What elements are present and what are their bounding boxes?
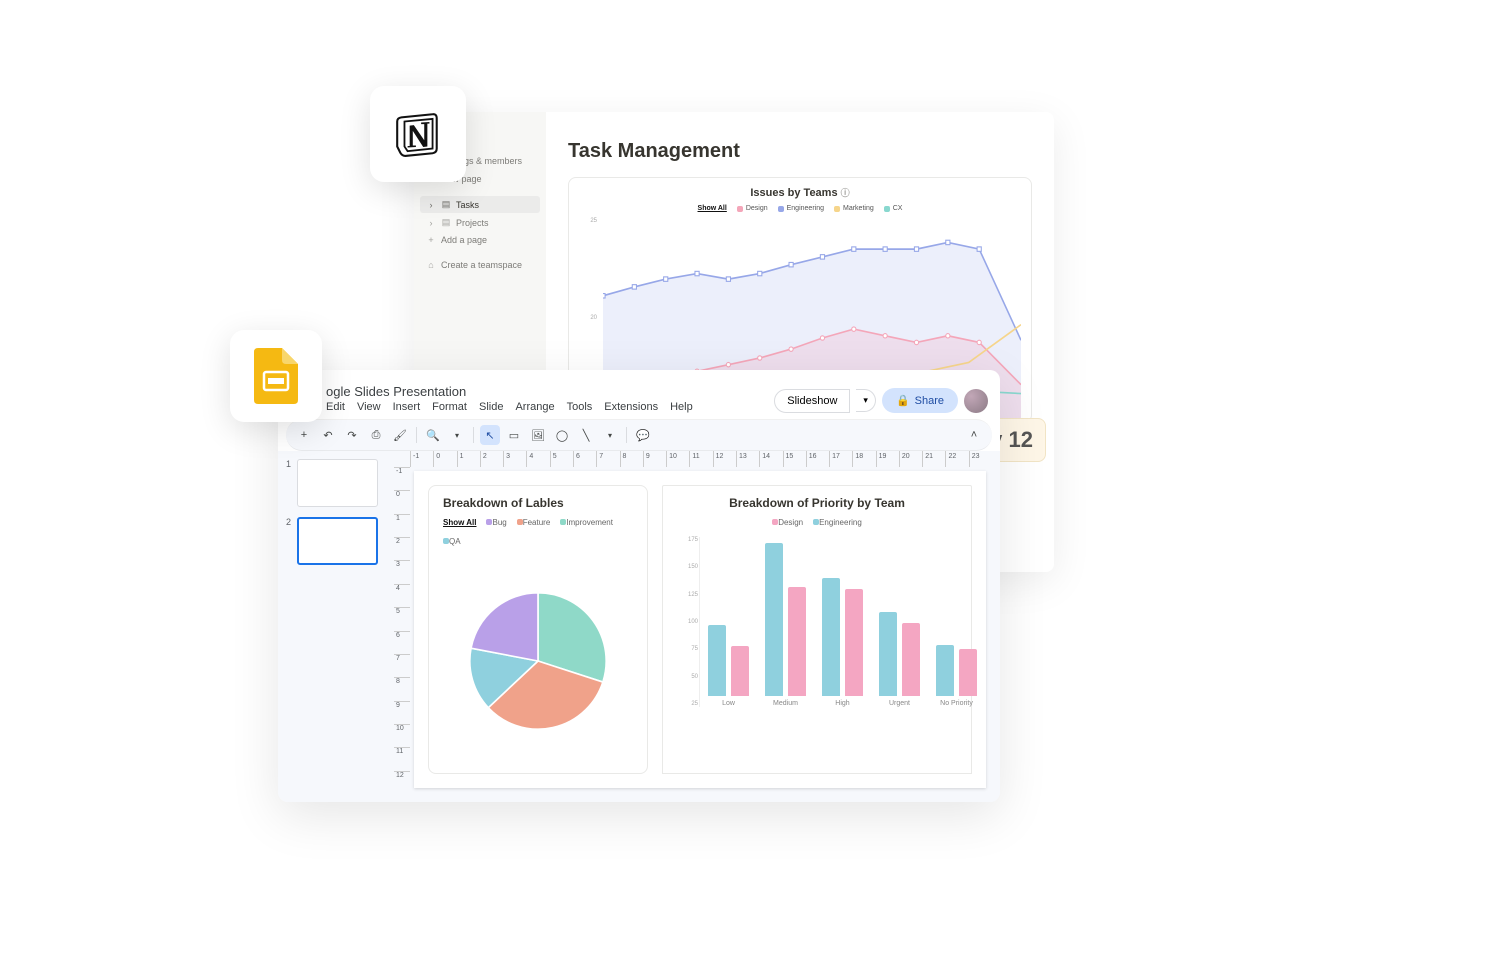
lock-icon: 🔒 — [896, 394, 910, 407]
sidebar-addpage[interactable]: + Add a page — [420, 232, 540, 248]
menu-format[interactable]: Format — [432, 401, 467, 413]
image-tool[interactable]: 🖼 — [528, 425, 548, 445]
undo-button[interactable]: ↶ — [318, 425, 338, 445]
shape-tool[interactable]: ◯ — [552, 425, 572, 445]
sidebar-label: Projects — [456, 218, 489, 228]
textbox-tool[interactable]: ▭ — [504, 425, 524, 445]
vertical-ruler: -10123456789101112 — [394, 467, 410, 794]
plus-icon: + — [426, 235, 436, 245]
toolbar: + ↶ ↷ ⎙ 🖌 🔍 ▾ ↖ ▭ 🖼 ◯ ╲ ▾ 💬 ˄ — [286, 419, 992, 451]
pie-chart-card: Breakdown of Lables Show All Bug Feature… — [428, 485, 648, 774]
redo-button[interactable]: ↷ — [342, 425, 362, 445]
legend-design[interactable]: Design — [737, 205, 768, 212]
info-icon[interactable]: ⓘ — [841, 188, 850, 198]
slideshow-button[interactable]: Slideshow — [774, 389, 850, 413]
teamspace-icon: ⌂ — [426, 260, 436, 270]
chevron-right-icon: › — [426, 218, 436, 228]
notion-logo-icon — [392, 108, 444, 160]
sidebar-item-tasks[interactable]: › ▤ Tasks — [420, 196, 540, 213]
page-icon: ▤ — [441, 199, 451, 210]
slides-window: ogle Slides Presentation Edit View Inser… — [278, 370, 1000, 802]
legend-design[interactable]: Design — [772, 518, 803, 527]
google-slides-logo — [230, 330, 322, 422]
legend-feature[interactable]: Feature — [517, 518, 551, 527]
thumb-number: 2 — [286, 517, 292, 565]
notion-logo — [370, 86, 466, 182]
horizontal-ruler: -101234567891011121314151617181920212223 — [410, 451, 992, 467]
chevron-right-icon: › — [426, 200, 436, 210]
sidebar-create-teamspace[interactable]: ⌂ Create a teamspace — [420, 257, 540, 273]
legend-bug[interactable]: Bug — [486, 518, 506, 527]
line-tool[interactable]: ╲ — [576, 425, 596, 445]
new-slide-button[interactable]: + — [294, 425, 314, 445]
legend-improvement[interactable]: Improvement — [560, 518, 613, 527]
menu-extensions[interactable]: Extensions — [604, 401, 658, 413]
slides-body: 1 2 -10123456789101112131415161718192021… — [278, 451, 1000, 802]
legend-engineering[interactable]: Engineering — [813, 518, 862, 527]
legend-engineering[interactable]: Engineering — [778, 205, 824, 212]
pie-title: Breakdown of Lables — [443, 496, 633, 510]
avatar[interactable] — [964, 389, 988, 413]
chart-legend: Show All Design Engineering Marketing CX — [579, 205, 1021, 212]
pie-legend: Show All Bug Feature Improvement QA — [443, 518, 633, 546]
slideshow-dropdown[interactable]: ▾ — [856, 389, 876, 412]
print-button[interactable]: ⎙ — [366, 425, 386, 445]
slide-canvas[interactable]: Breakdown of Lables Show All Bug Feature… — [414, 471, 986, 788]
menu-slide[interactable]: Slide — [479, 401, 503, 413]
zoom-dropdown[interactable]: ▾ — [447, 425, 467, 445]
share-button[interactable]: 🔒 Share — [882, 388, 958, 413]
collapse-button[interactable]: ˄ — [964, 425, 984, 445]
menu-insert[interactable]: Insert — [393, 401, 421, 413]
menu-view[interactable]: View — [357, 401, 381, 413]
sidebar-item-projects[interactable]: › ▤ Projects — [420, 214, 540, 231]
google-slides-logo-icon — [254, 348, 298, 404]
comment-button[interactable]: 💬 — [633, 425, 653, 445]
chart-title: Issues by Teams ⓘ — [579, 186, 1021, 199]
slide-thumbnail-2[interactable] — [297, 517, 378, 565]
bar-chart-card: Breakdown of Priority by Team Design Eng… — [662, 485, 972, 774]
thumb-number: 1 — [286, 459, 292, 507]
select-tool[interactable]: ↖ — [480, 425, 500, 445]
menu-edit[interactable]: Edit — [326, 401, 345, 413]
legend-qa[interactable]: QA — [443, 537, 461, 546]
canvas-area: -101234567891011121314151617181920212223… — [386, 451, 1000, 802]
pie-chart-svg — [463, 586, 613, 736]
slides-header: ogle Slides Presentation Edit View Inser… — [278, 370, 1000, 413]
bar-chart: 255075100125150175 LowMediumHighUrgentNo… — [699, 537, 957, 707]
bar-title: Breakdown of Priority by Team — [677, 496, 957, 510]
zoom-button[interactable]: 🔍 — [423, 425, 443, 445]
paint-format-button[interactable]: 🖌 — [390, 425, 410, 445]
doc-title[interactable]: ogle Slides Presentation — [326, 384, 766, 399]
legend-showall[interactable]: Show All — [443, 518, 476, 527]
menu-help[interactable]: Help — [670, 401, 693, 413]
legend-cx[interactable]: CX — [884, 205, 903, 212]
legend-marketing[interactable]: Marketing — [834, 205, 874, 212]
page-title: Task Management — [568, 140, 1032, 163]
sidebar-label: Create a teamspace — [441, 260, 522, 270]
menubar: Edit View Insert Format Slide Arrange To… — [326, 401, 766, 413]
menu-arrange[interactable]: Arrange — [515, 401, 554, 413]
legend-showall[interactable]: Show All — [698, 205, 727, 212]
sidebar-label: Tasks — [456, 200, 479, 210]
menu-tools[interactable]: Tools — [567, 401, 593, 413]
line-dropdown[interactable]: ▾ — [600, 425, 620, 445]
bar-legend: Design Engineering — [677, 518, 957, 527]
sidebar-label: Add a page — [441, 235, 487, 245]
thumbnail-rail: 1 2 — [278, 451, 386, 802]
slide-thumbnail-1[interactable] — [297, 459, 378, 507]
page-icon: ▤ — [441, 217, 451, 228]
